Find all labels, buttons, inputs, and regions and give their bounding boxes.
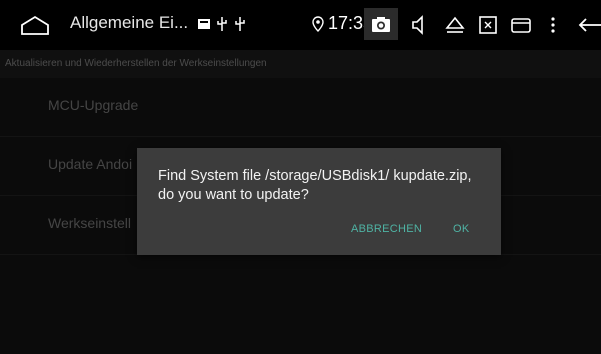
screenshot-camera-button[interactable] (364, 8, 398, 40)
status-bar: Allgemeine Ei... 17:35 (0, 0, 601, 50)
ok-button[interactable]: OK (453, 223, 470, 235)
back-icon[interactable] (576, 14, 601, 36)
dialog-message: Find System file /storage/USBdisk1/ kupd… (158, 168, 472, 203)
location-icon (312, 15, 324, 32)
window-icon[interactable] (510, 14, 532, 36)
update-dialog: Find System file /storage/USBdisk1/ kupd… (137, 148, 501, 255)
cancel-button[interactable]: ABBRECHEN (351, 223, 422, 235)
volume-icon[interactable] (410, 14, 432, 36)
screenshot-icon[interactable] (477, 14, 499, 36)
more-vert-icon[interactable] (542, 14, 564, 36)
usb-icon (235, 17, 245, 31)
usb-icon (217, 17, 227, 31)
image-icon (198, 19, 210, 29)
home-icon[interactable] (20, 15, 50, 35)
app-title: Allgemeine Ei... (70, 13, 189, 32)
eject-icon[interactable] (444, 14, 466, 36)
camera-icon (372, 16, 390, 32)
